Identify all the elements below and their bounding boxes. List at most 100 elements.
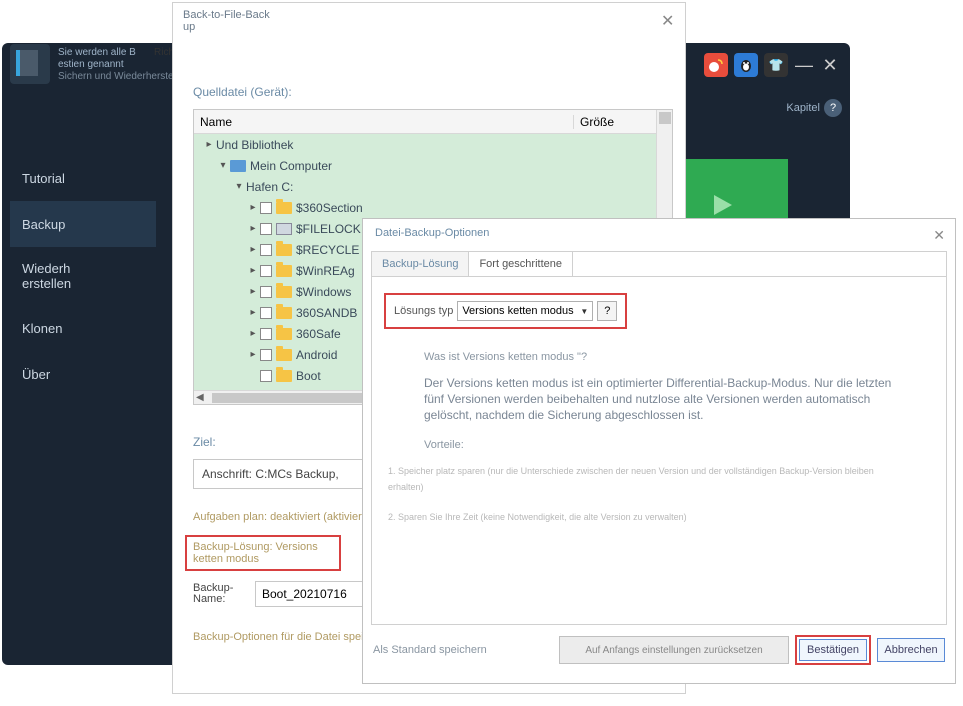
expander-icon[interactable]: ▸ — [246, 244, 260, 255]
modal2-footer: Als Standard speichern Auf Anfangs einst… — [363, 625, 955, 671]
tree-label: $WinREAg — [296, 264, 355, 278]
tree-label: $Windows — [296, 285, 351, 299]
expander-icon[interactable]: ▸ — [246, 286, 260, 297]
expander-icon[interactable]: ▸ — [202, 139, 216, 150]
modal2-body: Lösungs typ Versions ketten modus ▼ ? Wa… — [371, 277, 947, 625]
expander-icon[interactable]: ▸ — [246, 223, 260, 234]
confirm-highlight: Bestätigen — [795, 635, 871, 665]
folder-icon — [276, 202, 292, 214]
expander-icon[interactable]: ▸ — [246, 349, 260, 360]
sidebar-item-tutorial[interactable]: Tutorial — [10, 155, 156, 201]
modal2-title: Datei-Backup-Optionen — [363, 219, 955, 247]
scroll-thumb[interactable] — [659, 112, 671, 124]
sidebar-label-clone: Klonen — [22, 321, 62, 336]
tree-row-folder[interactable]: ▸ $360Section — [194, 197, 672, 218]
sidebar-label-backup: Backup — [22, 217, 65, 232]
info-question: Was ist Versions ketten modus "? — [424, 349, 904, 365]
expander-icon[interactable] — [246, 370, 260, 381]
folder-icon — [276, 265, 292, 277]
tree-row-drive-c[interactable]: ▾Hafen C: — [194, 176, 672, 197]
tree-label: $FILELOCK — [296, 222, 361, 236]
solution-type-highlight: Lösungs typ Versions ketten modus ▼ ? — [384, 293, 627, 329]
expander-down-icon[interactable]: ▾ — [216, 160, 230, 171]
sidebar-label-about: Über — [22, 367, 50, 382]
source-label: Quelldatei (Gerät): — [173, 75, 685, 105]
tree-label: Boot — [296, 369, 321, 383]
expander-icon[interactable]: ▸ — [246, 328, 260, 339]
reset-button[interactable]: Auf Anfangs einstellungen zurücksetzen — [559, 636, 789, 664]
app-subtitle: Sichern und Wiederherstellen — [58, 71, 189, 82]
scroll-left-arrow[interactable]: ◀ — [196, 392, 204, 403]
tree-label: Mein Computer — [250, 159, 332, 173]
modal2-close-icon[interactable]: ✕ — [933, 227, 945, 244]
chevron-down-icon: ▼ — [580, 307, 588, 316]
help-icon[interactable]: ? — [824, 99, 842, 117]
app-logo-icon — [10, 44, 50, 84]
folder-icon — [276, 286, 292, 298]
expander-down-icon[interactable]: ▾ — [232, 181, 246, 192]
help-button[interactable]: ? — [597, 301, 617, 321]
sidebar-item-clone[interactable]: Klonen — [10, 305, 156, 351]
sidebar-label-restore1: Wiederh — [22, 261, 70, 276]
tree-header-name[interactable]: Name — [194, 115, 574, 129]
sidebar-item-backup[interactable]: Backup — [10, 201, 156, 247]
tab-backup-solution[interactable]: Backup-Lösung — [372, 252, 469, 276]
checkbox[interactable] — [260, 244, 272, 256]
save-default-link[interactable]: Als Standard speichern — [373, 644, 549, 656]
drive-icon — [276, 223, 292, 235]
checkbox[interactable] — [260, 349, 272, 361]
checkbox[interactable] — [260, 265, 272, 277]
benefit-1: 1. Speicher platz sparen (nur die Unters… — [388, 463, 904, 495]
checkbox[interactable] — [260, 286, 272, 298]
minimize-icon[interactable]: — — [794, 55, 814, 76]
checkbox[interactable] — [260, 307, 272, 319]
solution-type-dropdown[interactable]: Versions ketten modus ▼ — [457, 301, 593, 321]
sidebar-label-tutorial: Tutorial — [22, 171, 65, 186]
tree-label: Und Bibliothek — [216, 138, 293, 152]
scroll-thumb[interactable] — [212, 393, 372, 403]
expander-icon[interactable]: ▸ — [246, 307, 260, 318]
tree-label: $RECYCLE — [296, 243, 359, 257]
arrow-right-icon — [714, 195, 732, 215]
folder-icon — [276, 244, 292, 256]
tree-label: $360Section — [296, 201, 363, 215]
folder-icon — [276, 370, 292, 382]
backup-name-label: Backup-Name: — [193, 583, 249, 605]
info-block: Was ist Versions ketten modus "? Der Ver… — [384, 329, 934, 549]
benefits-label: Vorteile: — [424, 437, 904, 453]
weibo-icon[interactable] — [704, 53, 728, 77]
modal1-close-icon[interactable]: ✕ — [661, 11, 677, 27]
tree-label: Android — [296, 348, 337, 362]
shirt-icon[interactable]: 👕 — [764, 53, 788, 77]
tab-advanced[interactable]: Fort geschrittene — [469, 252, 573, 276]
tree-label: 360Safe — [296, 327, 341, 341]
checkbox[interactable] — [260, 223, 272, 235]
modal1-title-line1: Back-to-File-Back — [183, 9, 270, 21]
app-header-line2: estien genannt — [58, 59, 189, 71]
help-section: Kapitel ? — [786, 99, 842, 117]
folder-icon — [276, 328, 292, 340]
folder-icon — [276, 349, 292, 361]
modal1-title-line2: up — [183, 21, 195, 33]
tree-row-computer[interactable]: ▾ Mein Computer — [194, 155, 672, 176]
expander-icon[interactable]: ▸ — [246, 265, 260, 276]
expander-icon[interactable]: ▸ — [246, 202, 260, 213]
tree-label: 360SANDB — [296, 306, 357, 320]
sidebar-item-restore[interactable]: Wiederh erstellen — [10, 247, 156, 305]
confirm-button[interactable]: Bestätigen — [799, 639, 867, 661]
sidebar: Tutorial Backup Wiederh erstellen Klonen… — [10, 155, 156, 397]
modal2-tabs: Backup-Lösung Fort geschrittene — [371, 251, 947, 277]
solution-highlight[interactable]: Backup-Lösung: Versions ketten modus — [185, 535, 341, 571]
folder-icon — [276, 307, 292, 319]
checkbox[interactable] — [260, 202, 272, 214]
modal1-title: Back-to-File-Back up — [173, 3, 685, 35]
cancel-button[interactable]: Abbrechen — [877, 638, 945, 662]
benefit-2: 2. Sparen Sie Ihre Zeit (keine Notwendig… — [388, 509, 904, 525]
checkbox[interactable] — [260, 370, 272, 382]
sidebar-item-about[interactable]: Über — [10, 351, 156, 397]
close-icon[interactable]: ✕ — [820, 55, 840, 76]
tree-row-library[interactable]: ▸Und Bibliothek — [194, 134, 672, 155]
checkbox[interactable] — [260, 328, 272, 340]
qq-icon[interactable] — [734, 53, 758, 77]
info-description: Der Versions ketten modus ist ein optimi… — [424, 375, 904, 423]
